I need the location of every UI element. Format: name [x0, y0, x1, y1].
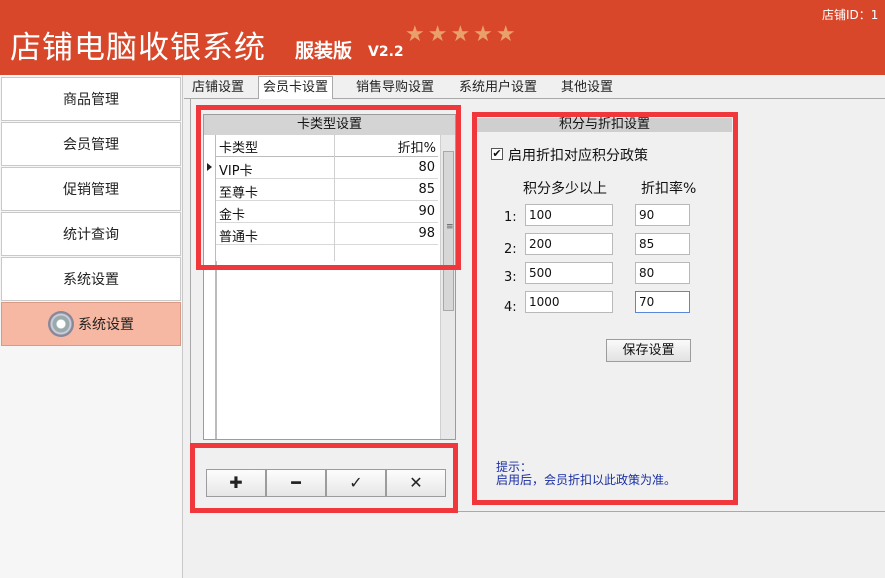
sidebar-item-label: 促销管理 — [63, 182, 119, 198]
sidebar-item-label: 系统设置 — [63, 272, 119, 288]
app-title: 店铺电脑收银系统 — [10, 30, 266, 66]
sidebar-item-system-settings-active[interactable]: 系统设置 — [1, 302, 181, 346]
version-label: V2.2 — [368, 44, 404, 60]
sidebar-item-label: 统计查询 — [63, 227, 119, 243]
tab-bar: 店铺设置 会员卡设置 销售导购设置 系统用户设置 其他设置 — [184, 75, 885, 100]
sidebar-item-system-settings[interactable]: 系统设置 — [1, 257, 181, 301]
sidebar-item-statistics[interactable]: 统计查询 — [1, 212, 181, 256]
sidebar-item-label: 系统设置 — [78, 317, 134, 333]
sidebar-item-products[interactable]: 商品管理 — [1, 77, 181, 121]
edition-label: 服装版 — [295, 40, 353, 62]
app-header: 店铺电脑收银系统 服装版 V2.2 ★★★★★ 店铺ID：1 — [0, 0, 885, 75]
sidebar: 商品管理 会员管理 促销管理 统计查询 系统设置 系统设置 — [0, 75, 183, 578]
sidebar-item-label: 会员管理 — [63, 137, 119, 153]
tab-other-settings[interactable]: 其他设置 — [557, 79, 617, 99]
highlight-box-points-panel — [472, 112, 738, 505]
gear-icon — [48, 311, 74, 337]
shop-id: 店铺ID：1 — [822, 8, 879, 22]
highlight-box-card-grid — [196, 105, 461, 270]
sidebar-item-promotions[interactable]: 促销管理 — [1, 167, 181, 211]
highlight-box-grid-buttons — [190, 443, 458, 513]
rating-stars-icon: ★★★★★ — [405, 22, 519, 47]
tab-member-card-settings[interactable]: 会员卡设置 — [258, 76, 334, 100]
sidebar-item-label: 商品管理 — [63, 92, 119, 108]
tab-system-user-settings[interactable]: 系统用户设置 — [455, 79, 541, 99]
grid-divider — [216, 261, 217, 439]
tab-sales-guide-settings[interactable]: 销售导购设置 — [352, 79, 438, 99]
tab-store-settings[interactable]: 店铺设置 — [188, 79, 248, 99]
sidebar-item-members[interactable]: 会员管理 — [1, 122, 181, 166]
